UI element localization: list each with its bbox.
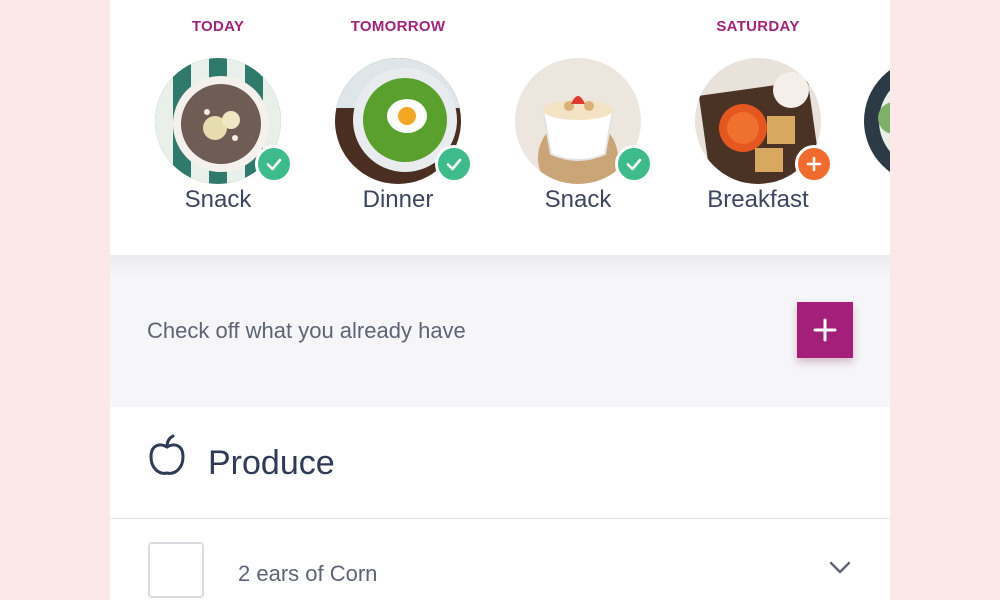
- list-item[interactable]: 2 ears of Corn: [110, 520, 890, 600]
- meal-photo: [864, 58, 890, 184]
- day-label: TODAY: [191, 18, 245, 35]
- add-badge[interactable]: [795, 145, 833, 183]
- check-icon: [446, 158, 462, 171]
- section-header-produce: Produce: [110, 407, 890, 519]
- item-label: 2 ears of Corn: [238, 561, 378, 586]
- check-icon: [266, 158, 282, 171]
- plus-icon: [806, 156, 822, 172]
- chevron-down-icon[interactable]: [828, 560, 852, 576]
- check-icon: [626, 158, 642, 171]
- section-title: Produce: [208, 444, 335, 482]
- done-badge[interactable]: [615, 145, 653, 183]
- add-item-button[interactable]: [797, 302, 853, 358]
- check-off-hint: Check off what you already have: [147, 318, 466, 343]
- meal-name: Snack: [544, 186, 612, 213]
- meal-name: Breakfast: [707, 186, 809, 213]
- check-off-bar: Check off what you already have: [110, 255, 890, 407]
- done-badge[interactable]: [255, 145, 293, 183]
- done-badge[interactable]: [435, 145, 473, 183]
- meal-name: Snack: [184, 186, 252, 213]
- meal-card-partial[interactable]: [864, 58, 890, 184]
- plus-icon: [813, 318, 837, 342]
- meal-name: Dinner: [362, 186, 434, 213]
- apple-icon: [149, 434, 185, 475]
- meal-carousel[interactable]: TODAY Snack TOMORROW Dinner Snack SATURD…: [110, 0, 890, 255]
- day-label: SATURDAY: [716, 18, 800, 35]
- day-label: TOMORROW: [350, 18, 446, 35]
- item-checkbox[interactable]: [148, 542, 204, 598]
- app-screen: TODAY Snack TOMORROW Dinner Snack SATURD…: [110, 0, 890, 600]
